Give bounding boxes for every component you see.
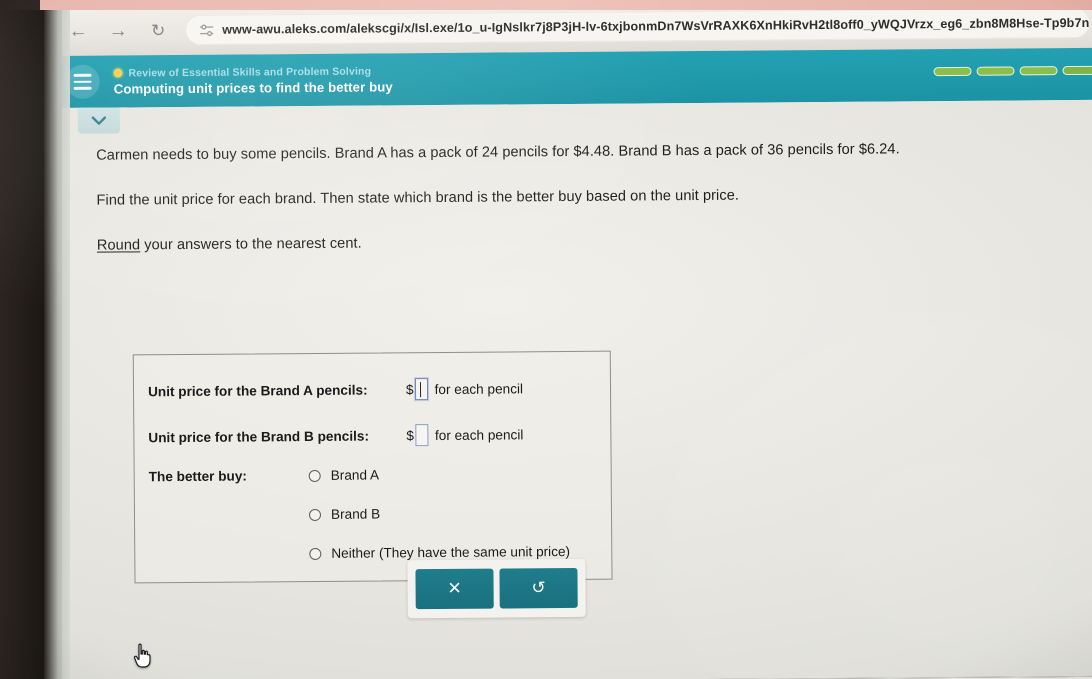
question-line-3: Round your answers to the nearest cent.	[97, 228, 1092, 258]
answer-row-brand-b: Unit price for the Brand B pencils: $ fo…	[148, 420, 610, 452]
reload-icon[interactable]: ↻	[145, 17, 171, 43]
undo-refresh-icon[interactable]: ↺	[499, 567, 578, 609]
tool-button-card: ✕ ↺	[407, 558, 586, 619]
url-text[interactable]: www-awu.aleks.com/alekscgi/x/Isl.exe/1o_…	[222, 16, 1089, 37]
radio-label-brand-a: Brand A	[330, 467, 380, 483]
browser-window: ← → ↻ www-awu.aleks.com/alekscgi/x/Isl.e…	[55, 0, 1092, 679]
site-settings-icon[interactable]	[199, 22, 214, 37]
address-bar[interactable]: www-awu.aleks.com/alekscgi/x/Isl.exe/1o_…	[185, 7, 1091, 45]
choice-spacer	[149, 554, 309, 555]
hamburger-menu-icon[interactable]	[65, 64, 100, 99]
device-bezel-edge	[44, 0, 70, 679]
chevron-down-icon	[91, 116, 107, 125]
brand-a-suffix: for each pencil	[434, 380, 524, 397]
brand-a-currency: $	[405, 381, 414, 397]
brand-a-label: Unit price for the Brand A pencils:	[147, 382, 368, 399]
brand-b-suffix: for each pencil	[434, 426, 524, 443]
question-page: Carmen needs to buy some pencils. Brand …	[55, 99, 1092, 679]
brand-a-price-input[interactable]	[414, 378, 428, 401]
answer-panel: Unit price for the Brand A pencils: $ fo…	[132, 350, 613, 584]
better-buy-choices: The better buy: Brand A Brand B Neither …	[149, 466, 612, 563]
question-line-1: Carmen needs to buy some pencils. Brand …	[96, 141, 900, 164]
progress-segment	[1019, 66, 1058, 76]
better-buy-label: The better buy:	[148, 468, 247, 485]
clear-x-icon[interactable]: ✕	[415, 568, 494, 610]
radio-brand-a[interactable]	[308, 469, 321, 482]
progress-segment	[933, 66, 972, 77]
course-line: Review of Essential Skills and Problem S…	[113, 65, 392, 79]
forward-arrow-icon[interactable]: →	[105, 17, 131, 43]
progress-indicator	[933, 65, 1092, 77]
collapse-panel-toggle[interactable]	[77, 107, 121, 134]
screen-photo: ← → ↻ www-awu.aleks.com/alekscgi/x/Isl.e…	[0, 0, 1092, 679]
progress-segment	[976, 66, 1015, 76]
app-header: Review of Essential Skills and Problem S…	[55, 47, 1092, 108]
question-line-2: Find the unit price for each brand. Then…	[96, 187, 740, 209]
brand-b-price-input[interactable]	[414, 424, 429, 447]
warning-dot-icon	[113, 68, 123, 78]
brand-b-label: Unit price for the Brand B pencils:	[148, 428, 369, 445]
progress-segment	[1062, 65, 1092, 76]
round-link[interactable]: Round	[97, 237, 140, 253]
brand-b-currency: $	[406, 427, 415, 443]
choice-row-brand-a[interactable]: The better buy: Brand A	[148, 466, 611, 485]
device-bezel-top	[0, 0, 1092, 10]
radio-brand-b[interactable]	[308, 508, 322, 521]
question-line-3-rest: your answers to the nearest cent.	[140, 235, 362, 254]
course-name: Review of Essential Skills and Problem S…	[128, 65, 372, 79]
radio-neither[interactable]	[309, 547, 322, 560]
radio-label-brand-b: Brand B	[330, 506, 381, 522]
answer-row-brand-a: Unit price for the Brand A pencils: $ fo…	[148, 374, 610, 406]
pointing-hand-cursor	[133, 643, 151, 668]
choice-row-brand-b[interactable]: Brand B	[149, 505, 611, 524]
choice-spacer	[149, 515, 309, 516]
topic-name: Computing unit prices to find the better…	[113, 78, 393, 97]
header-titles: Review of Essential Skills and Problem S…	[113, 65, 393, 97]
